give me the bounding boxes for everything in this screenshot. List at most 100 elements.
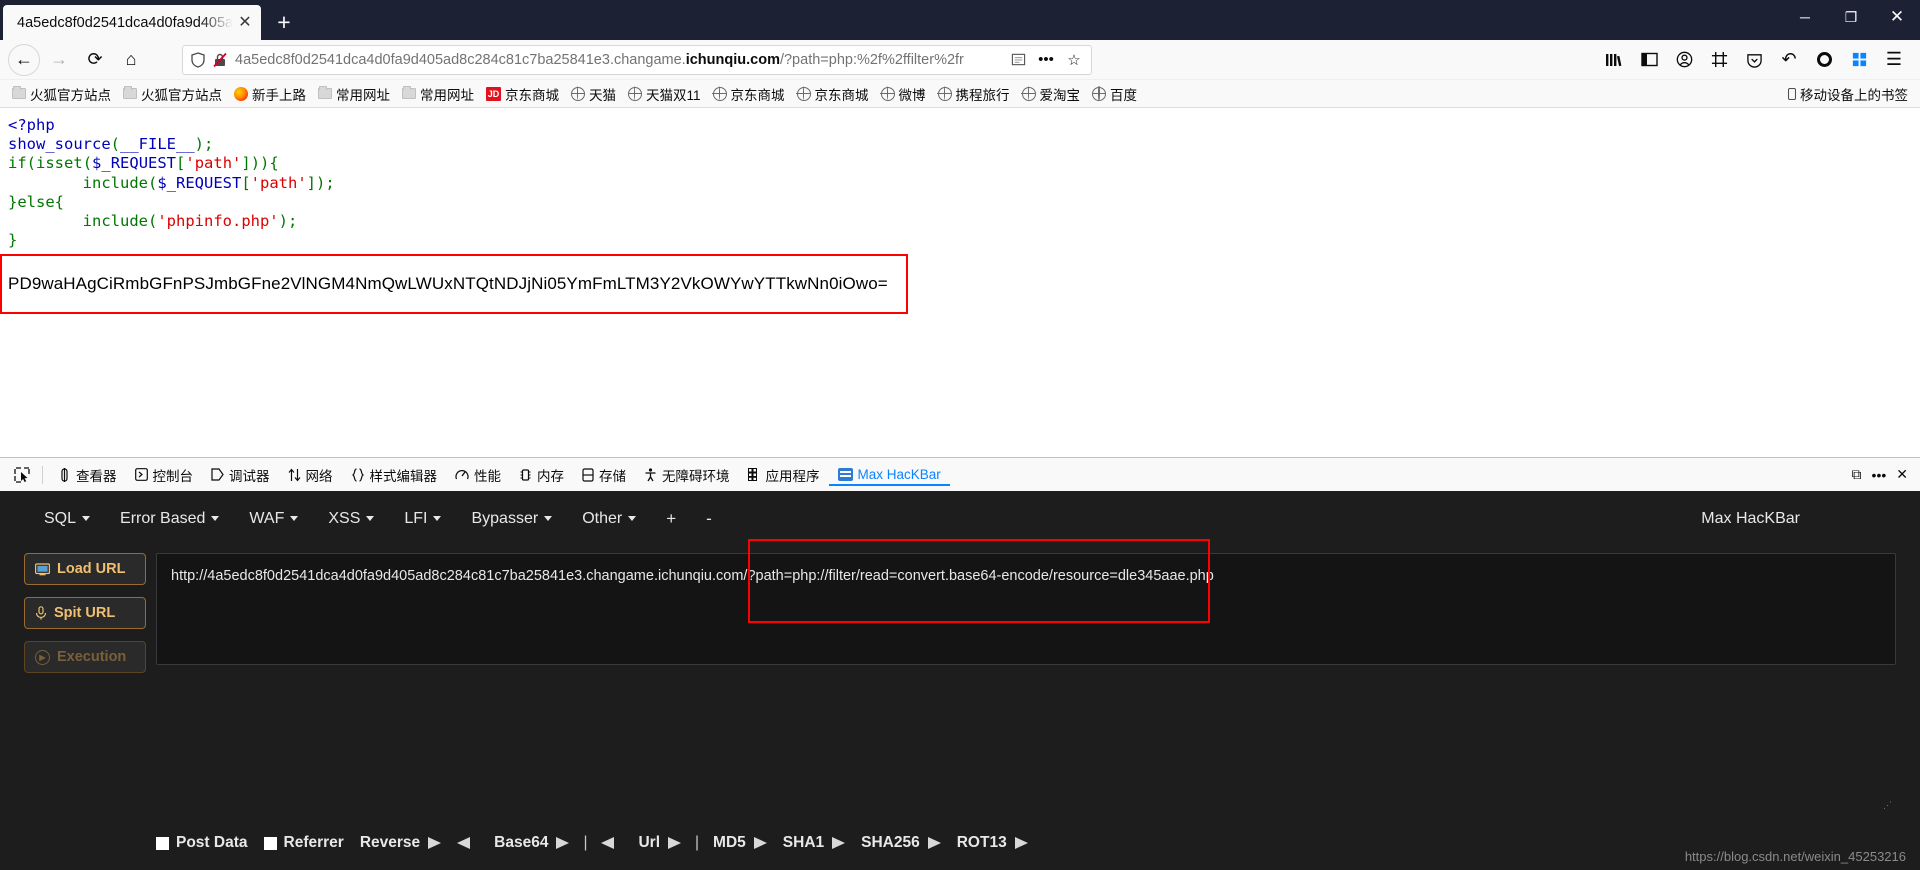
url-text[interactable]: 4a5edc8f0d2541dca4d0fa9d405ad8c284c81c7b… [235, 46, 1005, 74]
bookmark-star-icon[interactable]: ☆ [1061, 47, 1087, 73]
menu-bypasser[interactable]: Bypasser [457, 504, 566, 534]
tab-debugger[interactable]: 调试器 [202, 461, 279, 489]
record-icon[interactable] [1808, 44, 1840, 76]
dock-icon[interactable]: ⧉ [1852, 466, 1862, 483]
arrow-left-icon[interactable] [457, 837, 471, 850]
address-bar[interactable]: 4a5edc8f0d2541dca4d0fa9d405ad8c284c81c7b… [182, 44, 1092, 75]
sha1-encoder[interactable]: SHA1 [775, 834, 853, 852]
load-url-button[interactable]: Load URL [24, 553, 146, 586]
hackbar-url-input[interactable]: http://4a5edc8f0d2541dca4d0fa9d405ad8c28… [156, 553, 1896, 666]
code-token: ])) [241, 154, 270, 173]
tab-storage[interactable]: 存储 [573, 461, 635, 489]
bookmark-item[interactable]: 微博 [875, 82, 932, 106]
base64-decoder[interactable] [593, 837, 630, 850]
load-url-icon [35, 563, 50, 576]
resize-handle[interactable]: ⋰ [1883, 800, 1892, 811]
md5-encoder[interactable]: MD5 [705, 834, 775, 852]
bookmark-label: 天猫双11 [646, 87, 701, 103]
element-picker-icon[interactable] [8, 463, 36, 487]
arrow-right-icon[interactable] [927, 837, 941, 850]
checkbox-label: Referrer [283, 834, 344, 852]
add-tab-button[interactable]: + [652, 503, 690, 535]
close-icon[interactable]: ✕ [235, 13, 255, 33]
window-close-button[interactable]: ✕ [1874, 0, 1920, 34]
menu-lfi[interactable]: LFI [390, 504, 455, 534]
reverse-decoder[interactable] [449, 837, 486, 850]
url-encoder[interactable]: Url [630, 834, 689, 852]
app-menu-icon[interactable]: ☰ [1878, 44, 1910, 76]
devtools-settings-icon[interactable]: ••• [1872, 467, 1887, 483]
arrow-right-icon[interactable] [753, 837, 767, 850]
arrow-right-icon[interactable] [668, 837, 682, 850]
bookmark-item[interactable]: 天猫双11 [622, 82, 707, 106]
devtools-close-icon[interactable]: ✕ [1896, 466, 1908, 483]
referrer-checkbox[interactable]: Referrer [256, 834, 352, 852]
mobile-bookmarks-folder[interactable]: 移动设备上的书签 [1788, 84, 1914, 104]
maximize-button[interactable]: ❐ [1828, 0, 1874, 34]
arrow-right-icon[interactable] [1014, 837, 1028, 850]
tab-console[interactable]: 控制台 [126, 461, 203, 489]
tab-accessibility[interactable]: 无障碍环境 [635, 461, 739, 489]
back-button[interactable]: ← [8, 43, 40, 76]
execution-button[interactable]: ▶ Execution [24, 641, 146, 674]
sha256-encoder[interactable]: SHA256 [853, 834, 949, 852]
bookmark-item[interactable]: 常用网址 [312, 82, 396, 106]
reload-button[interactable]: ⟳ [78, 44, 112, 76]
menu-error-based[interactable]: Error Based [106, 504, 233, 534]
arrow-right-icon[interactable] [832, 837, 846, 850]
arrow-right-icon[interactable] [428, 837, 442, 850]
addon-icon[interactable] [1843, 44, 1875, 76]
tab-application[interactable]: 应用程序 [739, 461, 829, 489]
post-data-checkbox[interactable]: Post Data [148, 834, 256, 852]
bookmark-item[interactable]: JD 京东商城 [480, 82, 565, 106]
arrow-right-icon[interactable] [556, 837, 570, 850]
tab-memory[interactable]: 内存 [510, 461, 573, 489]
tab-network[interactable]: 网络 [279, 461, 342, 489]
screenshot-icon[interactable] [1703, 44, 1735, 76]
separator-pipe: | [695, 834, 700, 852]
base64-encoder[interactable]: Base64 [486, 834, 577, 852]
reader-mode-icon[interactable] [1005, 47, 1031, 73]
browser-tab[interactable]: 4a5edc8f0d2541dca4d0fa9d405a ✕ [3, 5, 261, 40]
library-icon[interactable] [1598, 44, 1630, 76]
lock-slash-icon[interactable] [209, 52, 231, 68]
forward-button[interactable]: → [42, 44, 76, 76]
remove-tab-button[interactable]: - [692, 503, 726, 535]
menu-other[interactable]: Other [568, 504, 650, 534]
checkbox-icon [156, 836, 169, 850]
bookmark-item[interactable]: 火狐官方站点 [117, 82, 228, 106]
spit-url-button[interactable]: Spit URL [24, 597, 146, 630]
menu-waf[interactable]: WAF [235, 504, 312, 534]
new-tab-button[interactable]: + [267, 5, 301, 39]
home-button[interactable]: ⌂ [114, 44, 148, 76]
menu-xss[interactable]: XSS [314, 504, 388, 534]
bookmark-item[interactable]: 新手上路 [228, 82, 312, 106]
reverse-encoder[interactable]: Reverse [352, 834, 449, 852]
bookmark-item[interactable]: 京东商城 [707, 82, 791, 106]
bookmark-item[interactable]: 百度 [1086, 82, 1143, 106]
arrow-left-icon[interactable] [601, 837, 615, 850]
code-token: include [82, 173, 148, 192]
bookmark-item[interactable]: 火狐官方站点 [6, 82, 117, 106]
tab-max-hackbar[interactable]: Max HacKBar [829, 463, 950, 486]
tab-performance[interactable]: 性能 [446, 461, 510, 489]
rot13-encoder[interactable]: ROT13 [949, 834, 1036, 852]
bookmark-item[interactable]: 携程旅行 [932, 82, 1016, 106]
shield-icon[interactable] [187, 51, 209, 68]
bookmark-item[interactable]: 天猫 [565, 82, 622, 106]
bookmark-item[interactable]: 常用网址 [396, 82, 480, 106]
undo-icon[interactable]: ↶ [1773, 44, 1805, 76]
encoder-label: ROT13 [956, 834, 1007, 852]
page-actions-icon[interactable]: ••• [1033, 47, 1059, 73]
menu-sql[interactable]: SQL [30, 504, 104, 534]
minimize-button[interactable]: ─ [1782, 0, 1828, 34]
account-icon[interactable] [1668, 44, 1700, 76]
tab-style-editor[interactable]: 样式编辑器 [342, 461, 447, 489]
bookmark-item[interactable]: 爱淘宝 [1016, 82, 1087, 106]
pocket-icon[interactable] [1738, 44, 1770, 76]
sidebar-icon[interactable] [1633, 44, 1665, 76]
tab-label: Max HacKBar [857, 467, 941, 483]
bookmark-item[interactable]: 京东商城 [791, 82, 875, 106]
tab-inspector[interactable]: 查看器 [49, 461, 126, 489]
